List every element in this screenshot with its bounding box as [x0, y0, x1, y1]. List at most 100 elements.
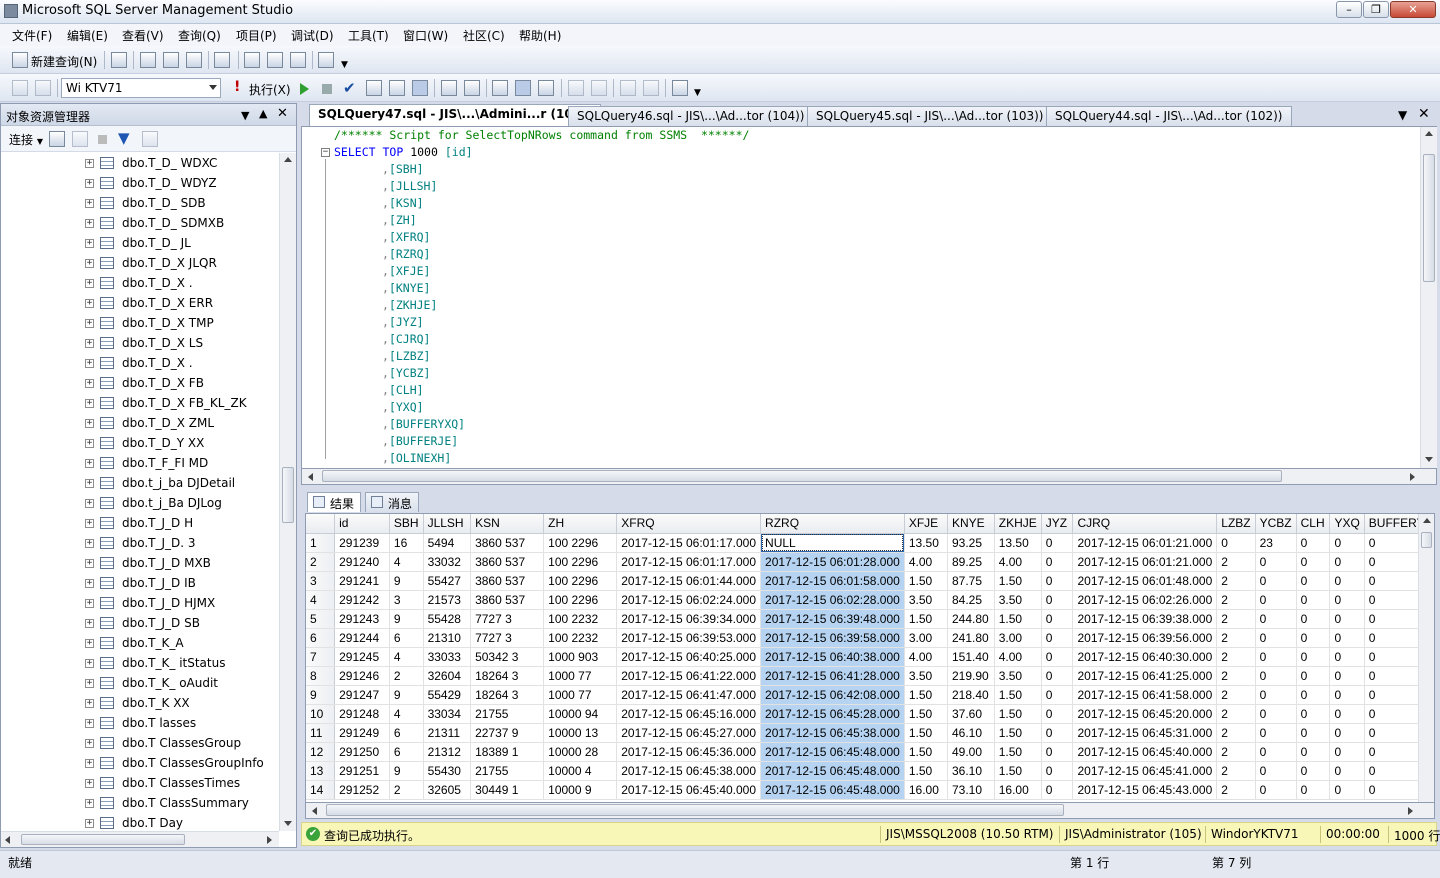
table-cell[interactable]: 2: [1216, 742, 1256, 762]
expand-plus-icon[interactable]: +: [85, 678, 94, 688]
table-cell[interactable]: 2017-12-15 06:45:41.000: [1072, 761, 1218, 781]
column-header[interactable]: KSN: [470, 514, 545, 534]
table-cell[interactable]: 2017-12-15 06:45:48.000: [760, 742, 905, 762]
table-cell[interactable]: 0: [1329, 685, 1365, 705]
outline-collapse-icon[interactable]: −: [321, 148, 330, 157]
tree-node-table[interactable]: + dbo.T_D_ WDYZ: [85, 173, 217, 193]
table-cell[interactable]: 10000 13: [543, 723, 618, 743]
tree-node-table[interactable]: + dbo.T_K_ oAudit: [85, 673, 218, 693]
table-cell[interactable]: 32605: [423, 780, 472, 800]
tree-node-table[interactable]: + dbo.t_j_Ba DJLog: [85, 493, 222, 513]
table-cell[interactable]: 0: [1255, 571, 1297, 591]
table-cell[interactable]: 7727 3: [470, 628, 545, 648]
table-cell[interactable]: 1.50: [904, 723, 948, 743]
table-cell[interactable]: 0: [1296, 609, 1331, 629]
analysis-services-mdx-icon[interactable]: [140, 52, 156, 68]
expand-plus-icon[interactable]: +: [85, 218, 94, 228]
table-cell[interactable]: 73.10: [947, 780, 995, 800]
table-cell[interactable]: 0: [1296, 647, 1331, 667]
table-cell[interactable]: 0: [1329, 552, 1365, 572]
table-cell[interactable]: 4: [389, 552, 424, 572]
table-cell[interactable]: 0: [1329, 780, 1365, 800]
tree-node-table[interactable]: + dbo.T_D_Y XX: [85, 433, 204, 453]
table-cell[interactable]: 1.50: [904, 761, 948, 781]
row-number[interactable]: 2: [306, 552, 336, 572]
scroll-up-icon[interactable]: [1425, 131, 1433, 136]
maximize-button[interactable]: ❐: [1363, 1, 1389, 18]
table-cell[interactable]: 0: [1041, 571, 1074, 591]
column-header[interactable]: RZRQ: [760, 514, 905, 534]
new-query-button[interactable]: 新建查询(N): [31, 53, 97, 70]
toolbar-overflow-icon[interactable]: ▼: [341, 60, 348, 70]
sql-compact-query-icon[interactable]: [214, 52, 230, 68]
table-cell[interactable]: 1000 77: [543, 666, 618, 686]
expand-plus-icon[interactable]: +: [85, 558, 94, 568]
table-cell[interactable]: 219.90: [947, 666, 995, 686]
menu-window[interactable]: 窗口(W): [403, 27, 448, 44]
column-header[interactable]: CJRQ: [1072, 514, 1218, 534]
include-actual-plan-icon[interactable]: [441, 80, 457, 96]
table-cell[interactable]: 32604: [423, 666, 472, 686]
table-cell[interactable]: 2: [1216, 761, 1256, 781]
connect-dropdown-button[interactable]: 连接 ▼: [9, 131, 43, 148]
table-cell[interactable]: 2017-12-15 06:45:28.000: [760, 704, 905, 724]
table-row[interactable]: 5 291243 9 55428 7727 3 100 2232 2017-12-15 06…: [306, 609, 1434, 629]
scroll-left-icon[interactable]: [5, 836, 10, 844]
table-cell[interactable]: 3: [389, 590, 424, 610]
expand-plus-icon[interactable]: +: [85, 398, 94, 408]
specify-template-values-icon[interactable]: [672, 80, 688, 96]
table-cell[interactable]: 55428: [423, 609, 472, 629]
table-cell[interactable]: 2017-12-15 06:01:44.000: [616, 571, 762, 591]
results-to-file-icon[interactable]: [538, 80, 554, 96]
expand-plus-icon[interactable]: +: [85, 518, 94, 528]
expand-plus-icon[interactable]: +: [85, 238, 94, 248]
table-cell[interactable]: 100 2232: [543, 628, 618, 648]
expand-plus-icon[interactable]: +: [85, 198, 94, 208]
table-cell[interactable]: 0: [1296, 666, 1331, 686]
close-button[interactable]: ✕: [1390, 1, 1436, 18]
table-cell[interactable]: 0: [1296, 571, 1331, 591]
table-cell[interactable]: 0: [1041, 704, 1074, 724]
table-cell[interactable]: 9: [389, 571, 424, 591]
expand-plus-icon[interactable]: +: [85, 638, 94, 648]
table-cell[interactable]: 18389 1: [470, 742, 545, 762]
tree-hscroll-thumb[interactable]: [21, 834, 185, 845]
uncomment-lines-icon[interactable]: [591, 80, 607, 96]
stop-icon[interactable]: [98, 135, 107, 144]
table-cell[interactable]: 1000 903: [543, 647, 618, 667]
table-cell[interactable]: 93.25: [947, 533, 995, 553]
expand-plus-icon[interactable]: +: [85, 378, 94, 388]
table-cell[interactable]: 0: [1329, 533, 1365, 553]
table-cell[interactable]: 2017-12-15 06:45:36.000: [616, 742, 762, 762]
disconnect-object-explorer-icon[interactable]: [72, 131, 88, 147]
table-cell[interactable]: 6: [389, 628, 424, 648]
grid-vertical-scrollbar[interactable]: [1418, 514, 1434, 802]
table-cell[interactable]: 4.00: [994, 552, 1042, 572]
table-cell[interactable]: 1000 77: [543, 685, 618, 705]
table-cell[interactable]: 55429: [423, 685, 472, 705]
row-number[interactable]: 13: [306, 761, 336, 781]
row-number[interactable]: 9: [306, 685, 336, 705]
minimize-button[interactable]: –: [1336, 1, 1362, 18]
tree-node-table[interactable]: + dbo.T_D_X .: [85, 353, 193, 373]
grid-horizontal-scrollbar[interactable]: [305, 803, 1435, 819]
table-cell[interactable]: 2017-12-15 06:45:40.000: [1072, 742, 1218, 762]
connect-object-explorer-icon[interactable]: [49, 131, 65, 147]
tree-node-table[interactable]: + dbo.T_D_X JLQR: [85, 253, 217, 273]
table-cell[interactable]: 2017-12-15 06:01:17.000: [616, 533, 762, 553]
results-to-grid-icon[interactable]: [412, 80, 428, 96]
table-cell[interactable]: 3860 537: [470, 590, 545, 610]
tree-node-table[interactable]: + dbo.T ClassesTimes: [85, 773, 240, 793]
table-cell[interactable]: 9: [389, 685, 424, 705]
table-row[interactable]: 4 291242 3 21573 3860 537 100 2296 2017-12-15 …: [306, 590, 1434, 610]
table-cell[interactable]: 2017-12-15 06:39:38.000: [1072, 609, 1218, 629]
table-cell[interactable]: 36.10: [947, 761, 995, 781]
table-cell[interactable]: 291252: [334, 780, 390, 800]
expand-plus-icon[interactable]: +: [85, 298, 94, 308]
table-cell[interactable]: 4: [389, 647, 424, 667]
table-cell[interactable]: 2017-12-15 06:01:17.000: [616, 552, 762, 572]
table-cell[interactable]: 18264 3: [470, 666, 545, 686]
tree-node-table[interactable]: + dbo.T_D_X .: [85, 273, 193, 293]
tree-node-table[interactable]: + dbo.T lasses: [85, 713, 196, 733]
expand-plus-icon[interactable]: +: [85, 478, 94, 488]
